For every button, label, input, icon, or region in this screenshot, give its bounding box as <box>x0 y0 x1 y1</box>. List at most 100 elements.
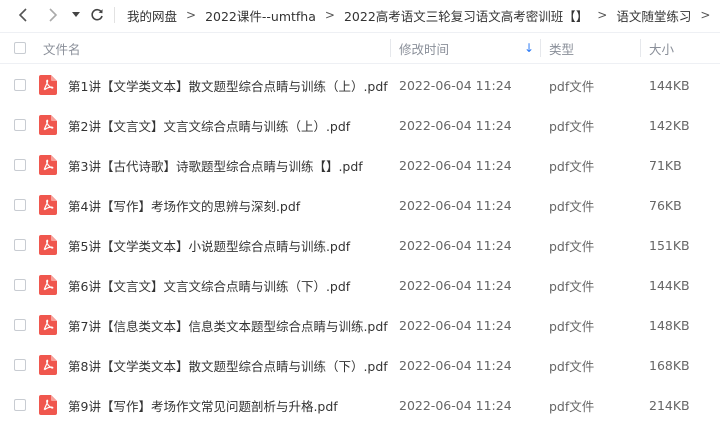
pdf-file-icon <box>39 195 57 215</box>
select-all-checkbox[interactable] <box>14 42 26 54</box>
refresh-button[interactable] <box>88 0 106 30</box>
file-list-header: 文件名 修改时间 ↓ 类型 大小 <box>0 32 720 64</box>
file-modified-time: 2022-06-04 11:24 <box>399 237 512 253</box>
file-type: pdf文件 <box>549 318 595 334</box>
file-modified-time: 2022-06-04 11:24 <box>399 117 512 133</box>
breadcrumb-item-class[interactable]: 2022高考语文三轮复习语文高考密训班【】 <box>344 6 588 25</box>
file-name[interactable]: 第2讲【文言文】文言文综合点睛与训练（上）.pdf <box>68 105 350 145</box>
breadcrumb-separator: > <box>324 8 335 22</box>
pdf-file-icon <box>39 275 57 295</box>
breadcrumb-item-home[interactable]: 我的网盘 <box>127 6 177 25</box>
file-row[interactable]: 第9讲【写作】考场作文常见问题剖析与升格.pdf 2022-06-04 11:24… <box>0 385 720 425</box>
row-checkbox[interactable] <box>14 279 26 291</box>
file-row[interactable]: 第1讲【文学类文本】散文题型综合点睛与训练（上）.pdf 2022-06-04 1… <box>0 65 720 105</box>
file-size: 151KB <box>649 237 690 253</box>
file-name[interactable]: 第1讲【文学类文本】散文题型综合点睛与训练（上）.pdf <box>68 65 388 105</box>
column-divider <box>540 39 541 57</box>
forward-button[interactable] <box>44 0 62 30</box>
file-type: pdf文件 <box>549 358 595 374</box>
row-checkbox-cell <box>14 185 26 225</box>
row-checkbox-cell <box>14 65 26 105</box>
row-checkbox-cell <box>14 265 26 305</box>
file-type: pdf文件 <box>549 398 595 414</box>
file-size: 144KB <box>649 277 690 293</box>
row-checkbox[interactable] <box>14 199 26 211</box>
row-checkbox-cell <box>14 105 26 145</box>
pdf-file-icon <box>39 75 57 95</box>
chevron-right-icon <box>49 8 58 22</box>
file-size: 144KB <box>649 77 690 93</box>
file-size: 71KB <box>649 157 682 173</box>
chevron-left-icon <box>18 8 27 22</box>
row-checkbox[interactable] <box>14 79 26 91</box>
breadcrumb-separator: > <box>597 8 608 22</box>
file-modified-time: 2022-06-04 11:24 <box>399 157 512 173</box>
breadcrumb: 我的网盘 > 2022课件--umtfha > 2022高考语文三轮复习语文高考… <box>127 0 719 30</box>
file-row[interactable]: 第2讲【文言文】文言文综合点睛与训练（上）.pdf 2022-06-04 11:2… <box>0 105 720 145</box>
row-checkbox-cell <box>14 145 26 185</box>
file-modified-time: 2022-06-04 11:24 <box>399 197 512 213</box>
column-divider <box>390 39 391 57</box>
file-type: pdf文件 <box>549 278 595 294</box>
file-modified-time: 2022-06-04 11:24 <box>399 77 512 93</box>
column-header-type[interactable]: 类型 <box>549 33 574 63</box>
file-name[interactable]: 第7讲【信息类文本】信息类文本题型综合点睛与训练.pdf <box>68 305 388 345</box>
file-name[interactable]: 第5讲【文学类文本】小说题型综合点睛与训练.pdf <box>68 225 350 265</box>
file-row[interactable]: 第4讲【写作】考场作文的思辨与深刻.pdf 2022-06-04 11:24 pdf… <box>0 185 720 225</box>
file-modified-time: 2022-06-04 11:24 <box>399 317 512 333</box>
file-type: pdf文件 <box>549 118 595 134</box>
file-modified-time: 2022-06-04 11:24 <box>399 397 512 413</box>
pdf-file-icon <box>39 115 57 135</box>
file-type: pdf文件 <box>549 198 595 214</box>
file-row[interactable]: 第7讲【信息类文本】信息类文本题型综合点睛与训练.pdf 2022-06-04 1… <box>0 305 720 345</box>
row-checkbox[interactable] <box>14 359 26 371</box>
column-divider <box>640 39 641 57</box>
column-header-modified[interactable]: 修改时间 <box>399 33 449 63</box>
row-checkbox[interactable] <box>14 399 26 411</box>
navigation-toolbar: 我的网盘 > 2022课件--umtfha > 2022高考语文三轮复习语文高考… <box>0 0 720 30</box>
file-size: 142KB <box>649 117 690 133</box>
row-checkbox-cell <box>14 305 26 345</box>
file-type: pdf文件 <box>549 238 595 254</box>
refresh-icon <box>91 8 103 21</box>
pdf-file-icon <box>39 235 57 255</box>
back-button[interactable] <box>14 0 32 30</box>
file-name[interactable]: 第8讲【文学类文本】散文题型综合点睛与训练（下）.pdf <box>68 345 388 385</box>
row-checkbox[interactable] <box>14 319 26 331</box>
sort-desc-icon[interactable]: ↓ <box>524 33 534 63</box>
file-name[interactable]: 第4讲【写作】考场作文的思辨与深刻.pdf <box>68 185 300 225</box>
breadcrumb-separator: > <box>186 8 197 22</box>
select-all-cell <box>14 33 26 63</box>
file-size: 76KB <box>649 197 682 213</box>
row-checkbox-cell <box>14 345 26 385</box>
file-size: 214KB <box>649 397 690 413</box>
toolbar-divider <box>114 7 115 23</box>
file-size: 148KB <box>649 317 690 333</box>
file-size: 168KB <box>649 357 690 373</box>
file-name[interactable]: 第6讲【文言文】文言文综合点睛与训练（下）.pdf <box>68 265 350 305</box>
column-header-name[interactable]: 文件名 <box>43 33 81 63</box>
row-checkbox[interactable] <box>14 159 26 171</box>
caret-down-icon <box>72 12 80 17</box>
pdf-file-icon <box>39 155 57 175</box>
file-name[interactable]: 第9讲【写作】考场作文常见问题剖析与升格.pdf <box>68 385 338 425</box>
pdf-file-icon <box>39 395 57 415</box>
file-row[interactable]: 第3讲【古代诗歌】诗歌题型综合点睛与训练【】.pdf 2022-06-04 11:… <box>0 145 720 185</box>
row-checkbox-cell <box>14 385 26 425</box>
file-name[interactable]: 第3讲【古代诗歌】诗歌题型综合点睛与训练【】.pdf <box>68 145 363 185</box>
column-header-size[interactable]: 大小 <box>649 33 674 63</box>
row-checkbox[interactable] <box>14 239 26 251</box>
pdf-file-icon <box>39 355 57 375</box>
file-type: pdf文件 <box>549 158 595 174</box>
breadcrumb-separator: > <box>700 8 711 22</box>
file-row[interactable]: 第8讲【文学类文本】散文题型综合点睛与训练（下）.pdf 2022-06-04 1… <box>0 345 720 385</box>
pdf-file-icon <box>39 315 57 335</box>
row-checkbox[interactable] <box>14 119 26 131</box>
breadcrumb-item-current[interactable]: 语文随堂练习 <box>616 6 691 25</box>
file-modified-time: 2022-06-04 11:24 <box>399 277 512 293</box>
history-dropdown-button[interactable] <box>70 0 82 30</box>
file-modified-time: 2022-06-04 11:24 <box>399 357 512 373</box>
file-row[interactable]: 第6讲【文言文】文言文综合点睛与训练（下）.pdf 2022-06-04 11:2… <box>0 265 720 305</box>
file-row[interactable]: 第5讲【文学类文本】小说题型综合点睛与训练.pdf 2022-06-04 11:2… <box>0 225 720 265</box>
breadcrumb-item-courseware[interactable]: 2022课件--umtfha <box>205 6 316 25</box>
